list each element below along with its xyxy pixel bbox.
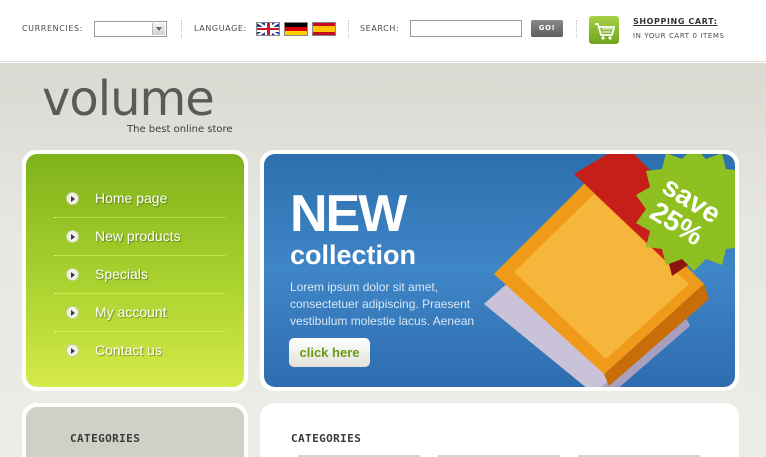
flag-spain-icon[interactable] (312, 22, 336, 36)
play-icon (66, 230, 79, 243)
sidebar-categories-title: CATEGORIES (70, 432, 141, 445)
divider (348, 20, 349, 38)
menu-item-label: Contact us (95, 342, 162, 358)
menu-item-label: Home page (95, 190, 168, 206)
shopping-cart-icon[interactable] (589, 16, 619, 44)
menu-item-home[interactable]: Home page (54, 180, 226, 218)
categories-sidebar: CATEGORIES (22, 403, 248, 457)
play-icon (66, 344, 79, 357)
menu-item-label: Specials (95, 266, 148, 282)
flag-uk-icon[interactable] (256, 22, 280, 36)
banner-subheadline: collection (290, 240, 417, 270)
logo[interactable]: volume (42, 72, 215, 126)
menu-body: Home page New products Specials My accou… (26, 154, 244, 387)
main-menu: Home page New products Specials My accou… (22, 150, 248, 391)
currency-select[interactable] (94, 21, 167, 37)
search-input[interactable] (410, 20, 522, 37)
play-icon (66, 306, 79, 319)
promo-banner: save 25% NEW collection Lorem ipsum dolo… (260, 150, 739, 391)
divider (576, 20, 577, 38)
menu-item-contact-us[interactable]: Contact us (54, 332, 226, 370)
chevron-down-icon[interactable] (152, 23, 165, 35)
cart-summary: IN YOUR CART 0 ITEMS (633, 32, 725, 40)
main-categories-title: CATEGORIES (291, 432, 362, 445)
divider (181, 20, 182, 38)
click-here-button[interactable]: click here (289, 338, 370, 367)
flag-germany-icon[interactable] (284, 22, 308, 36)
categories-main: CATEGORIES (260, 403, 739, 457)
shopping-cart-link[interactable]: SHOPPING CART: (633, 17, 718, 26)
banner-description: Lorem ipsum dolor sit amet, consectetuer… (290, 280, 475, 328)
play-icon (66, 268, 79, 281)
go-button[interactable]: GO! (531, 20, 563, 37)
menu-item-specials[interactable]: Specials (54, 256, 226, 294)
top-bar: CURRENCIES: LANGUAGE: SEARCH: GO! SHOPPI… (0, 0, 766, 62)
search-label: SEARCH: (360, 24, 400, 33)
menu-item-new-products[interactable]: New products (54, 218, 226, 256)
currencies-label: CURRENCIES: (22, 24, 83, 33)
banner-headline: NEW (290, 185, 407, 243)
menu-item-my-account[interactable]: My account (54, 294, 226, 332)
language-label: LANGUAGE: (194, 24, 247, 33)
tagline: The best online store (127, 124, 233, 135)
play-icon (66, 192, 79, 205)
menu-item-label: New products (95, 228, 181, 244)
categories-sidebar-body: CATEGORIES (26, 407, 244, 457)
banner-body: save 25% NEW collection Lorem ipsum dolo… (264, 154, 735, 387)
menu-item-label: My account (95, 304, 167, 320)
